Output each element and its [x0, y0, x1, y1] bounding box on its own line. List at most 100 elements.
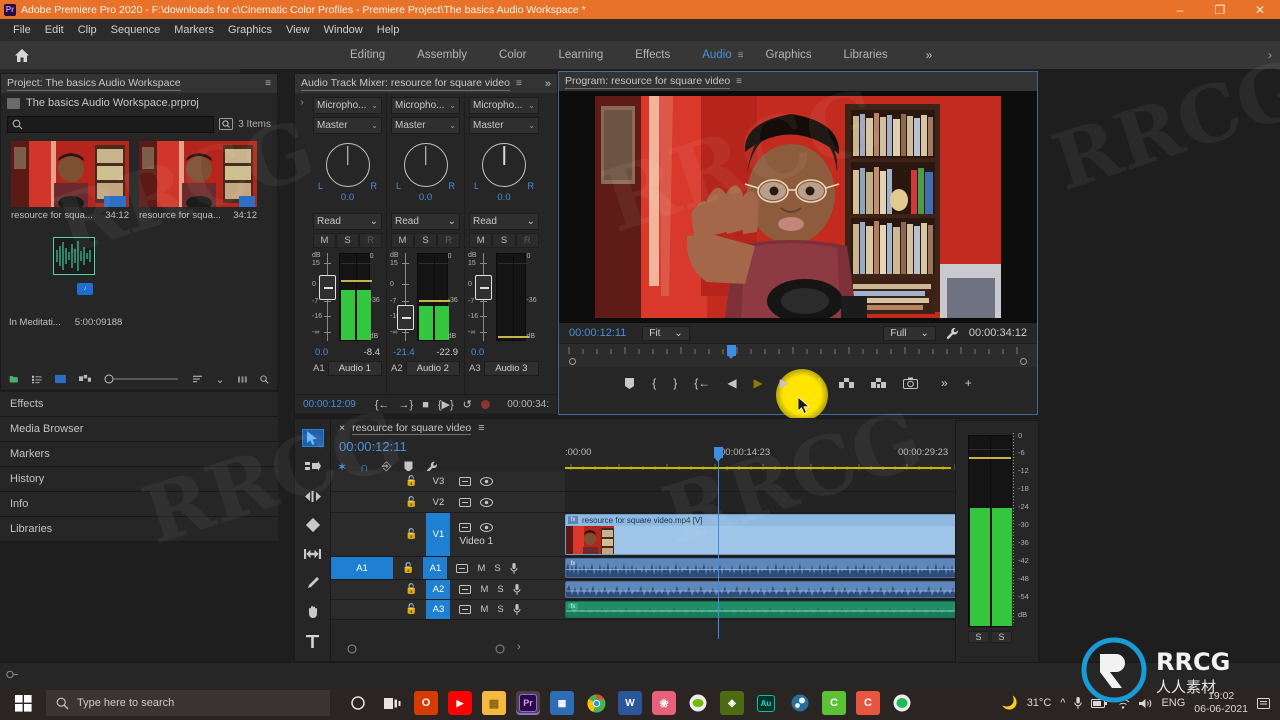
clock[interactable]: 19:02 06-06-2021 — [1194, 690, 1248, 716]
language-indicator[interactable]: ENG — [1161, 697, 1185, 709]
timeline-ruler[interactable]: :00:00 00:00:14:23 00:00:29:23 — [565, 447, 980, 470]
mark-in-icon[interactable]: { — [652, 376, 656, 390]
add-marker-icon[interactable] — [624, 377, 635, 390]
solo-button[interactable]: S — [336, 233, 359, 248]
track-header[interactable]: 🔓 V3 — [331, 471, 565, 491]
workspace-tab-learning[interactable]: Learning — [543, 44, 620, 66]
step-forward-icon[interactable]: ▶ — [780, 376, 789, 390]
solo-button-right[interactable]: S — [991, 631, 1012, 643]
pan-knob[interactable] — [403, 143, 448, 187]
search-input[interactable] — [7, 115, 215, 133]
sync-lock-icon[interactable] — [459, 585, 472, 594]
project-panel-title[interactable]: Project: The basics Audio Workspace — [7, 77, 181, 91]
geforce-icon[interactable]: ◈ — [720, 691, 744, 715]
timeline-clip-video[interactable]: resource for square video.mp4 [V] fx — [565, 514, 974, 555]
status-icon[interactable] — [6, 669, 19, 680]
workspace-bar-overflow-icon[interactable]: › — [1268, 48, 1272, 62]
zoom-slider[interactable] — [104, 374, 180, 384]
new-item-icon[interactable] — [237, 374, 248, 385]
program-playhead[interactable] — [727, 345, 736, 359]
steam-icon[interactable] — [788, 691, 812, 715]
pan-db-value[interactable]: -21.4 — [393, 347, 415, 358]
menu-window[interactable]: Window — [317, 22, 370, 38]
gain-db-value[interactable]: -22.9 — [436, 347, 458, 358]
spotify-icon[interactable] — [890, 691, 914, 715]
minimize-button[interactable]: – — [1160, 0, 1200, 19]
go-to-in-icon[interactable]: {← — [694, 376, 710, 390]
zoom-level-select[interactable]: Fit ⌄ — [642, 325, 690, 341]
mic-icon[interactable] — [1074, 697, 1083, 709]
notification-icon[interactable] — [1257, 697, 1270, 710]
menu-graphics[interactable]: Graphics — [221, 22, 279, 38]
loop-icon[interactable]: ↺ — [463, 398, 472, 411]
mixer-output-select[interactable]: Master ⌄ — [391, 117, 460, 134]
pan-db-value[interactable]: 0.0 — [315, 347, 328, 358]
zoom-handle-left-icon[interactable] — [347, 644, 357, 654]
automation-mode-select[interactable]: Read ⌄ — [391, 213, 460, 230]
automation-mode-select[interactable]: Read ⌄ — [313, 213, 382, 230]
find-icon[interactable] — [219, 118, 234, 130]
mixer-overflow-icon[interactable]: » — [545, 78, 551, 90]
track-header[interactable]: 🔓 V2 — [331, 492, 565, 512]
track-label[interactable]: A2 — [426, 580, 451, 599]
solo-button[interactable]: S — [494, 563, 500, 574]
panel-menu-icon[interactable]: ≡ — [516, 78, 522, 89]
fader-handle[interactable] — [319, 275, 336, 300]
photos-icon[interactable]: ❀ — [652, 691, 676, 715]
list-view-icon[interactable] — [32, 374, 42, 385]
audition-icon[interactable]: Au — [754, 691, 778, 715]
workspace-tab-libraries[interactable]: Libraries — [828, 44, 904, 66]
close-button[interactable]: ✕ — [1240, 0, 1280, 19]
moon-icon[interactable]: 🌙 — [1002, 695, 1018, 711]
fader-handle[interactable] — [397, 305, 414, 330]
mute-button[interactable]: M — [313, 233, 336, 248]
fader-handle[interactable] — [475, 275, 492, 300]
track-header[interactable]: 🔓 A3 M S — [331, 600, 565, 619]
panel-tab-info[interactable]: Info — [0, 492, 278, 517]
workspace-tab-color[interactable]: Color — [483, 44, 542, 66]
calculator-icon[interactable]: ▦ — [550, 691, 574, 715]
pan-value[interactable]: 0.0 — [469, 192, 539, 203]
master-level-meter[interactable] — [968, 435, 1012, 628]
chevron-down-icon[interactable]: ⌄ — [215, 373, 224, 386]
playback-resolution-select[interactable]: Full ⌄ — [883, 325, 936, 341]
mixer-input-select[interactable]: Micropho... ⌄ — [313, 97, 382, 114]
workspace-tab-effects[interactable]: Effects — [619, 44, 686, 66]
camtasia-icon[interactable]: C — [822, 691, 846, 715]
go-to-out-icon[interactable]: →} — [399, 399, 414, 411]
mixer-panel-title[interactable]: Audio Track Mixer: resource for square v… — [301, 77, 510, 91]
zoom-bar-left-handle[interactable] — [569, 358, 576, 365]
button-editor-icon[interactable]: + — [965, 376, 972, 390]
stop-icon[interactable]: ■ — [422, 399, 429, 411]
home-icon[interactable] — [0, 48, 44, 63]
lock-icon[interactable]: 🔓 — [402, 563, 414, 574]
rate-stretch-tool[interactable] — [302, 545, 324, 563]
program-current-timecode[interactable]: 00:00:12:11 — [569, 327, 626, 339]
play-icon[interactable]: ▶ — [754, 376, 763, 390]
mute-button[interactable]: M — [480, 584, 488, 595]
timeline-clip-audio-2[interactable] — [565, 581, 974, 598]
sort-icon[interactable] — [192, 374, 203, 385]
mark-out-icon[interactable]: } — [673, 376, 677, 390]
new-bin-icon[interactable] — [9, 373, 19, 386]
volume-fader[interactable]: dB 15 0 -7 -16 -∞ — [468, 252, 496, 345]
mixer-output-select[interactable]: Master ⌄ — [313, 117, 382, 134]
lock-icon[interactable]: 🔓 — [405, 529, 417, 540]
workspace-audio-menu-icon[interactable]: ≡ — [738, 50, 744, 61]
timeline-tab-label[interactable]: resource for square video — [352, 422, 472, 435]
step-back-icon[interactable]: ◀ — [727, 376, 736, 390]
mixer-input-select[interactable]: Micropho... ⌄ — [469, 97, 539, 114]
automation-mode-select[interactable]: Read ⌄ — [469, 213, 539, 230]
wifi-icon[interactable] — [1116, 698, 1130, 709]
panel-tab-history[interactable]: History — [0, 467, 278, 492]
chrome-icon[interactable] — [584, 691, 608, 715]
go-to-in-icon[interactable]: {← — [375, 399, 390, 411]
track-name[interactable]: Audio 2 — [405, 361, 460, 376]
mute-button[interactable]: M — [480, 604, 488, 615]
extract-icon[interactable] — [871, 377, 887, 389]
volume-fader[interactable]: dB 15 0 -7 -16 -∞ — [390, 252, 417, 345]
battery-icon[interactable] — [1091, 698, 1108, 708]
ripple-edit-tool[interactable] — [302, 487, 324, 505]
track-name[interactable]: Audio 3 — [483, 361, 539, 376]
source-patch-a1[interactable]: A1 — [331, 557, 393, 579]
